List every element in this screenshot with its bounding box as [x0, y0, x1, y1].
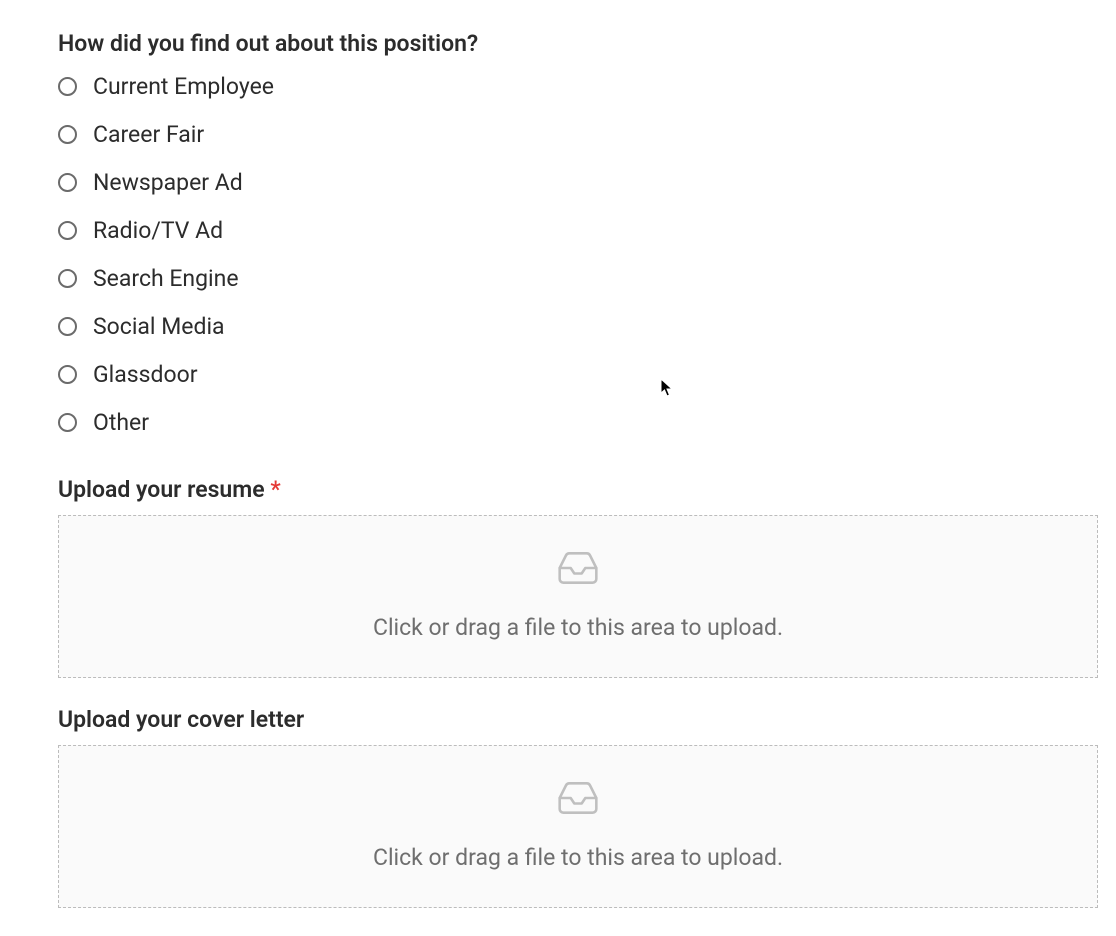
upload-cover-letter-dropzone[interactable]: Click or drag a file to this area to upl… [58, 745, 1098, 908]
inbox-icon [556, 546, 600, 594]
radio-label: Other [93, 409, 149, 436]
radio-label: Career Fair [93, 121, 204, 148]
radio-circle-icon [58, 269, 77, 288]
question-how-found: How did you find out about this position… [58, 30, 1098, 436]
radio-option-search-engine[interactable]: Search Engine [58, 265, 1098, 292]
radio-option-radio-tv-ad[interactable]: Radio/TV Ad [58, 217, 1098, 244]
radio-circle-icon [58, 365, 77, 384]
radio-label: Current Employee [93, 73, 274, 100]
question-label: How did you find out about this position… [58, 30, 1098, 57]
upload-resume-hint: Click or drag a file to this area to upl… [373, 614, 783, 641]
radio-option-other[interactable]: Other [58, 409, 1098, 436]
radio-circle-icon [58, 77, 77, 96]
upload-resume-section: Upload your resume * Click or drag a fil… [58, 476, 1098, 678]
radio-option-current-employee[interactable]: Current Employee [58, 73, 1098, 100]
upload-resume-label: Upload your resume * [58, 476, 1098, 503]
upload-cover-letter-section: Upload your cover letter Click or drag a… [58, 706, 1098, 908]
upload-resume-dropzone[interactable]: Click or drag a file to this area to upl… [58, 515, 1098, 678]
radio-label: Newspaper Ad [93, 169, 243, 196]
radio-circle-icon [58, 221, 77, 240]
inbox-icon [556, 776, 600, 824]
radio-circle-icon [58, 317, 77, 336]
radio-label: Glassdoor [93, 361, 198, 388]
radio-circle-icon [58, 413, 77, 432]
radio-circle-icon [58, 125, 77, 144]
radio-circle-icon [58, 173, 77, 192]
radio-group-how-found: Current Employee Career Fair Newspaper A… [58, 73, 1098, 436]
radio-option-newspaper-ad[interactable]: Newspaper Ad [58, 169, 1098, 196]
required-star: * [270, 476, 280, 503]
radio-option-social-media[interactable]: Social Media [58, 313, 1098, 340]
radio-label: Radio/TV Ad [93, 217, 223, 244]
radio-option-glassdoor[interactable]: Glassdoor [58, 361, 1098, 388]
radio-label: Search Engine [93, 265, 239, 292]
upload-resume-label-text: Upload your resume [58, 476, 270, 503]
radio-option-career-fair[interactable]: Career Fair [58, 121, 1098, 148]
upload-cover-letter-label: Upload your cover letter [58, 706, 1098, 733]
radio-label: Social Media [93, 313, 225, 340]
